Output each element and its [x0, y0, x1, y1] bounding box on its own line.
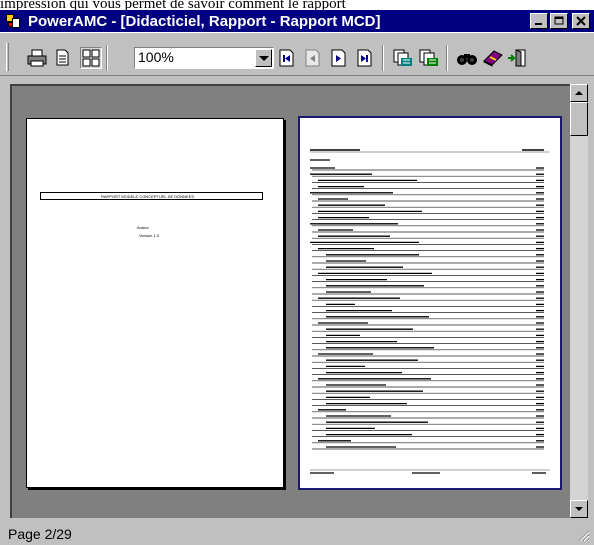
last-page-icon	[357, 49, 372, 67]
exit-icon	[508, 49, 526, 67]
previous-page-icon	[305, 49, 320, 67]
close-icon	[576, 16, 586, 26]
window-title: PowerAMC - [Didacticiel, Rapport - Rappo…	[28, 12, 381, 30]
page-indicator: Page 2/29	[8, 526, 72, 542]
preview-toolbar: 100%	[0, 32, 594, 76]
print-button[interactable]	[26, 47, 48, 69]
minimize-button[interactable]	[530, 13, 548, 29]
book-button[interactable]	[482, 47, 504, 69]
poweramc-window: PowerAMC - [Didacticiel, Rapport - Rappo…	[0, 10, 594, 545]
maximize-icon	[554, 16, 564, 25]
find-button[interactable]	[456, 47, 478, 69]
zoom-value: 100%	[138, 49, 174, 65]
export-rtf-button[interactable]	[392, 47, 414, 69]
first-page-icon	[279, 49, 294, 67]
title-page-author: Auteur	[137, 225, 149, 230]
toolbar-separator	[446, 45, 448, 71]
print-icon	[27, 49, 47, 67]
export-rtf-icon	[393, 49, 412, 66]
single-page-button[interactable]	[52, 47, 74, 69]
single-page-icon	[56, 49, 69, 66]
table-of-contents-thumbnail	[310, 149, 550, 474]
print-preview-area[interactable]: RAPPORT MODELE CONCEPTUEL DE DONNEES Aut…	[10, 84, 570, 518]
find-icon	[457, 54, 477, 65]
scroll-up-button[interactable]	[570, 84, 588, 102]
title-page-heading: RAPPORT MODELE CONCEPTUEL DE DONNEES	[101, 194, 195, 199]
export-html-button[interactable]	[418, 47, 440, 69]
preview-page-toc[interactable]	[298, 116, 562, 490]
export-html-icon	[419, 49, 438, 66]
exit-button[interactable]	[506, 47, 528, 69]
toolbar-separator	[382, 45, 384, 71]
title-page-frame: RAPPORT MODELE CONCEPTUEL DE DONNEES	[40, 192, 263, 200]
previous-page-button[interactable]	[302, 47, 324, 69]
maximize-button[interactable]	[550, 13, 568, 29]
minimize-icon	[535, 23, 542, 25]
first-page-button[interactable]	[276, 47, 298, 69]
vertical-scrollbar[interactable]	[570, 84, 588, 518]
next-page-icon	[331, 49, 346, 67]
resize-grip-icon[interactable]	[578, 530, 590, 542]
preview-page-title[interactable]: RAPPORT MODELE CONCEPTUEL DE DONNEES Aut…	[26, 118, 284, 488]
multi-page-button[interactable]	[80, 47, 102, 69]
scroll-thumb[interactable]	[570, 102, 588, 136]
zoom-combobox[interactable]: 100%	[134, 47, 274, 69]
toolbar-grip[interactable]	[6, 43, 9, 71]
next-page-button[interactable]	[328, 47, 350, 69]
poweramc-app-icon[interactable]	[4, 12, 24, 30]
chevron-down-icon[interactable]	[255, 49, 272, 67]
status-bar: Page 2/29	[0, 522, 594, 545]
last-page-button[interactable]	[354, 47, 376, 69]
book-icon	[483, 50, 503, 67]
multi-page-icon	[82, 49, 100, 67]
close-button[interactable]	[572, 13, 590, 29]
toolbar-separator	[106, 45, 108, 71]
title-bar[interactable]: PowerAMC - [Didacticiel, Rapport - Rappo…	[0, 10, 594, 32]
scroll-down-button[interactable]	[570, 500, 588, 518]
title-page-version: Version 1.0	[139, 233, 160, 238]
